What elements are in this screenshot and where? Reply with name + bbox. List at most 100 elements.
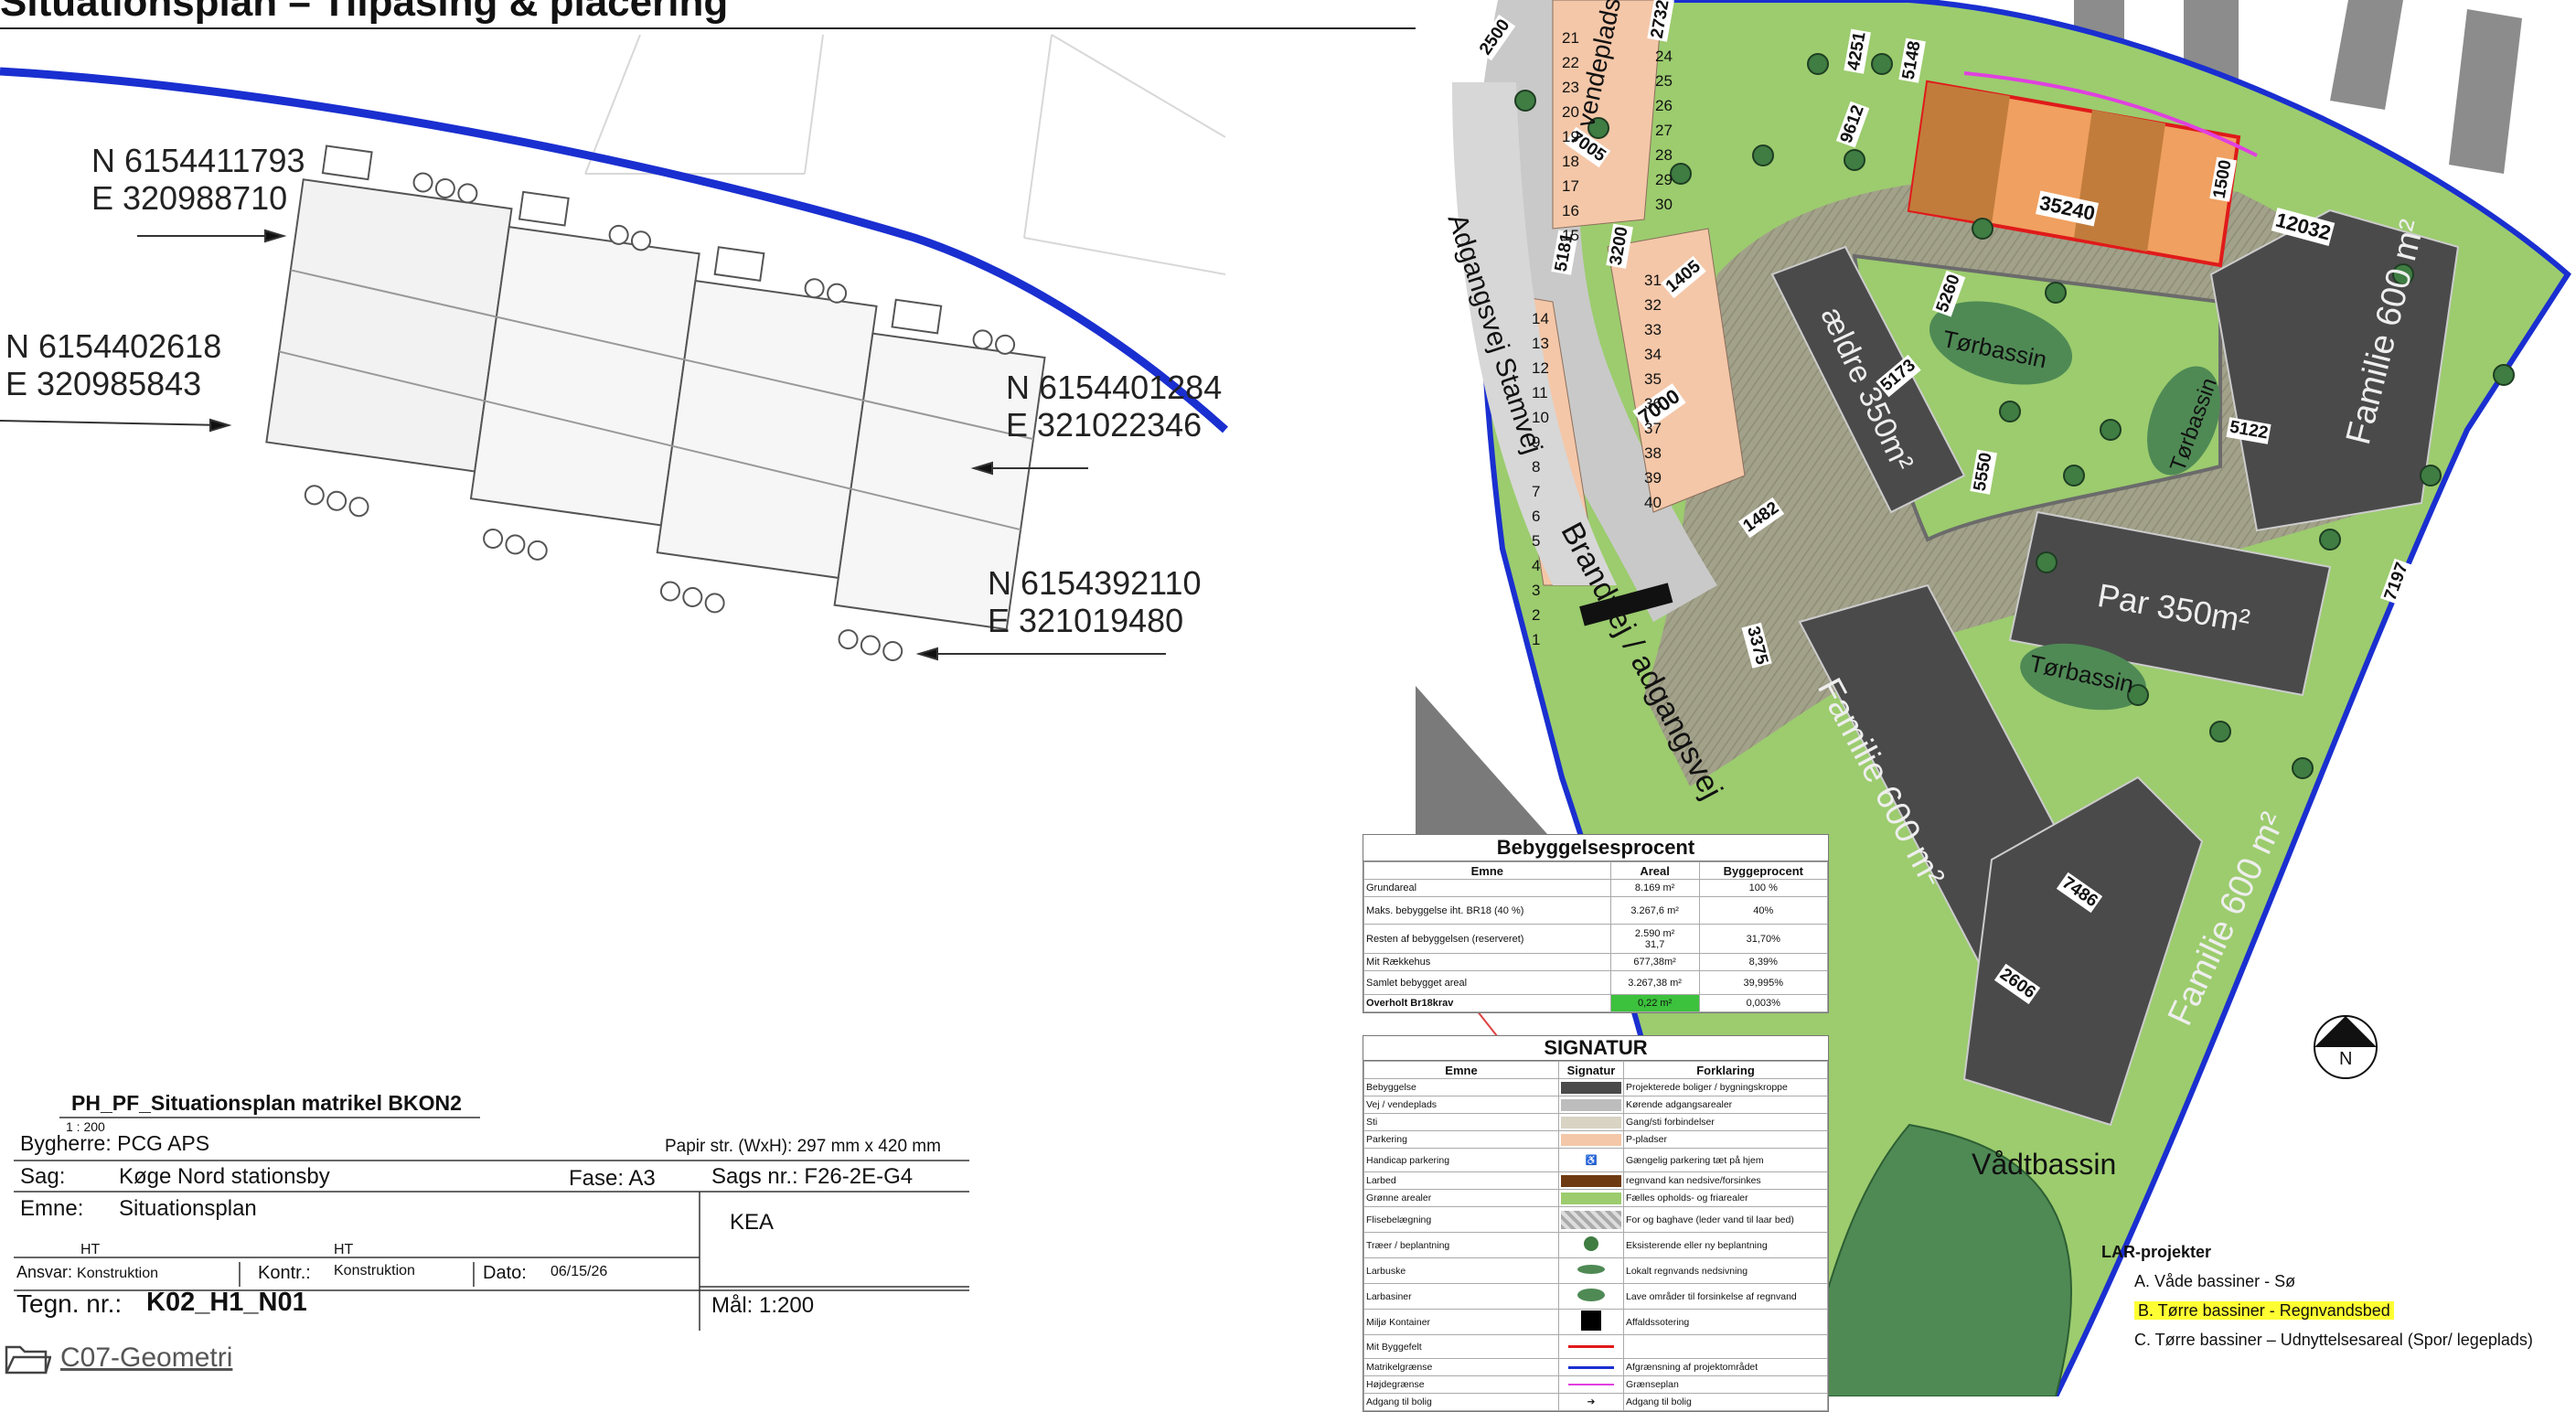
table-row: Mit Rækkehus 677,38m² 8,39%: [1363, 953, 1829, 971]
folder-link-label[interactable]: C07-Geometri: [60, 1342, 232, 1374]
parking-number: 23: [1562, 79, 1579, 96]
table-cell: Træer / beplantning: [1363, 1232, 1559, 1258]
table-row: Larbed regnvand kan nedsive/forsinkes: [1363, 1171, 1828, 1190]
table-cell: Samlet bebygget areal: [1363, 970, 1611, 995]
ht-marker: HT: [80, 1242, 101, 1257]
table-cell: Flisebelægning: [1363, 1206, 1559, 1233]
table-row: Vej / vendeplads Kørende adgangsarealer: [1363, 1096, 1828, 1114]
lar-item: A. Våde bassiner - Sø: [2134, 1272, 2296, 1290]
table-cell: 0,003%: [1698, 994, 1829, 1012]
table-cell: Lave områder til forsinkelse af regnvand: [1623, 1283, 1828, 1310]
bebyggelse-table: Bebyggelsesprocent Emne Areal Byggeproce…: [1363, 834, 1829, 1013]
table-row: Larbuske Lokalt regnvands nedsivning: [1363, 1257, 1828, 1284]
coordinate-3: N 6154401284 E 321022346: [1006, 369, 1222, 444]
table-cell: Gang/sti forbindelser: [1623, 1113, 1828, 1131]
coordinate-1: N 6154411793 E 320988710: [91, 142, 305, 217]
table-cell: Resten af bebyggelsen (reserveret): [1363, 924, 1611, 954]
table-cell: 3.267,38 m²: [1609, 970, 1700, 995]
table-cell: Adgang til bolig: [1623, 1393, 1828, 1411]
table-cell: Larbed: [1363, 1171, 1559, 1190]
table-cell: Kørende adgangsarealer: [1623, 1096, 1828, 1114]
parking-number: 25: [1655, 72, 1673, 90]
parking-numbers: 14 13 12 11 10 9 8 7 6 5 4 3 2 1: [1532, 306, 1549, 652]
parking-number: 10: [1532, 409, 1549, 426]
table-cell: Gængelig parkering tæt på hjem: [1623, 1148, 1828, 1172]
parking-numbers: 21 22 23 20 19 18 17 16 15: [1562, 26, 1579, 248]
table-cell: Miljø Kontainer: [1363, 1309, 1559, 1335]
parking-number: 31: [1644, 272, 1662, 289]
parking-number: 20: [1562, 103, 1579, 121]
swatch: [1558, 1189, 1624, 1207]
table-header: Signatur: [1558, 1061, 1624, 1079]
parking-number: 8: [1532, 458, 1541, 476]
coordinate-e: E 321019480: [988, 602, 1184, 639]
table-cell: Larbasiner: [1363, 1283, 1559, 1310]
table-row: Maks. bebyggelse iht. BR18 (40 %) 3.267,…: [1363, 896, 1829, 925]
parking-number: 35: [1644, 370, 1662, 388]
table-cell: Mit Rækkehus: [1363, 953, 1611, 971]
dato-label: Dato:: [483, 1263, 527, 1283]
coordinate-4: N 6154392110 E 321019480: [988, 564, 1202, 639]
table-header: Byggeprocent: [1698, 861, 1829, 880]
table-row: Højdegrænse Grænseplan: [1363, 1375, 1828, 1394]
coordinate-n: N 6154402618: [5, 327, 222, 365]
coordinate-n: N 6154411793: [91, 142, 305, 179]
signatur-table: SIGNATUR Emne Signatur Forklaring Bebygg…: [1363, 1035, 1829, 1412]
table-cell-highlight: 0,22 m²: [1609, 994, 1700, 1012]
table-cell: Afgrænsning af projektområdet: [1623, 1358, 1828, 1376]
table-cell: Maks. bebyggelse iht. BR18 (40 %): [1363, 896, 1611, 925]
parking-number: 6: [1532, 508, 1541, 525]
table-row: Bebyggelse Projekterede boliger / bygning…: [1363, 1078, 1828, 1096]
table-cell: 677,38m²: [1609, 953, 1700, 971]
table-row: Overholt Br18krav 0,22 m² 0,003%: [1363, 994, 1829, 1012]
parking-number: 21: [1562, 29, 1579, 47]
parking-number: 36: [1644, 395, 1662, 412]
parking-number: 14: [1532, 310, 1549, 327]
coordinate-e: E 320988710: [91, 179, 288, 217]
neighbour-building: [2449, 9, 2522, 174]
table-cell: Højdegrænse: [1363, 1375, 1559, 1394]
kontr-label: Kontr.:: [258, 1263, 311, 1283]
folder-link[interactable]: C07-Geometri: [4, 1339, 232, 1377]
north-label: N: [2339, 1049, 2353, 1069]
bygherre-value: PCG APS: [117, 1131, 210, 1155]
parking-number: 29: [1655, 171, 1673, 188]
magenta-line-swatch: [1558, 1375, 1624, 1394]
tree-icon: [1558, 1232, 1624, 1258]
parking-number: 27: [1655, 122, 1673, 139]
table-title: SIGNATUR: [1363, 1036, 1828, 1061]
swatch: [1558, 1078, 1624, 1096]
table-cell: Vej / vendeplads: [1363, 1096, 1559, 1114]
left-panel: Situationsplan – Tilpasing & placering N…: [0, 0, 1416, 1396]
table-cell: Overholt Br18krav: [1363, 994, 1611, 1012]
table-cell: 3.267,6 m²: [1609, 896, 1700, 925]
table-title: Bebyggelsesprocent: [1363, 835, 1828, 861]
parking-number: 22: [1562, 54, 1579, 71]
table-cell: Projekterede boliger / bygningskroppe: [1623, 1078, 1828, 1096]
table-cell: Larbuske: [1363, 1257, 1559, 1284]
bygherre-row: Bygherre: PCG APS: [20, 1131, 209, 1156]
table-cell: Fælles opholds- og friarealer: [1623, 1189, 1828, 1207]
table-row: Larbasiner Lave områder til forsinkelse a…: [1363, 1283, 1828, 1310]
table-cell: Bebyggelse: [1363, 1078, 1559, 1096]
table-cell: 8.169 m²: [1609, 879, 1700, 897]
table-cell: 40%: [1698, 896, 1829, 925]
lar-item-highlighted: B. Tørre bassiner - Regnvandsbed: [2134, 1301, 2394, 1320]
sag-value: Køge Nord stationsby: [119, 1164, 330, 1189]
table-cell: 8,39%: [1698, 953, 1829, 971]
table-row: Adgang til bolig ➔ Adgang til bolig: [1363, 1393, 1828, 1411]
neighbour-building: [2330, 0, 2403, 110]
paper-size: Papir str. (WxH): 297 mm x 420 mm: [665, 1137, 941, 1156]
red-line-swatch: [1558, 1334, 1624, 1359]
table-cell: Handicap parkering: [1363, 1148, 1559, 1172]
parking-number: 38: [1644, 444, 1662, 462]
parking-number: 9: [1532, 433, 1541, 451]
table-cell: regnvand kan nedsive/forsinkes: [1623, 1171, 1828, 1190]
table-row: Flisebelægning For og baghave (leder vand…: [1363, 1206, 1828, 1233]
bush-icon: [1558, 1257, 1624, 1284]
sagsnr-row: Sags nr.: F26-2E-G4: [711, 1164, 913, 1190]
drawing-name: PH_PF_Situationsplan matrikel BKON2: [71, 1091, 462, 1115]
lar-item: B. Tørre bassiner - Regnvandsbed: [2101, 1296, 2559, 1325]
parking-numbers: 31 32 33 34 35 36 37 38 39 40: [1644, 268, 1662, 515]
parking-number: 24: [1655, 48, 1673, 65]
